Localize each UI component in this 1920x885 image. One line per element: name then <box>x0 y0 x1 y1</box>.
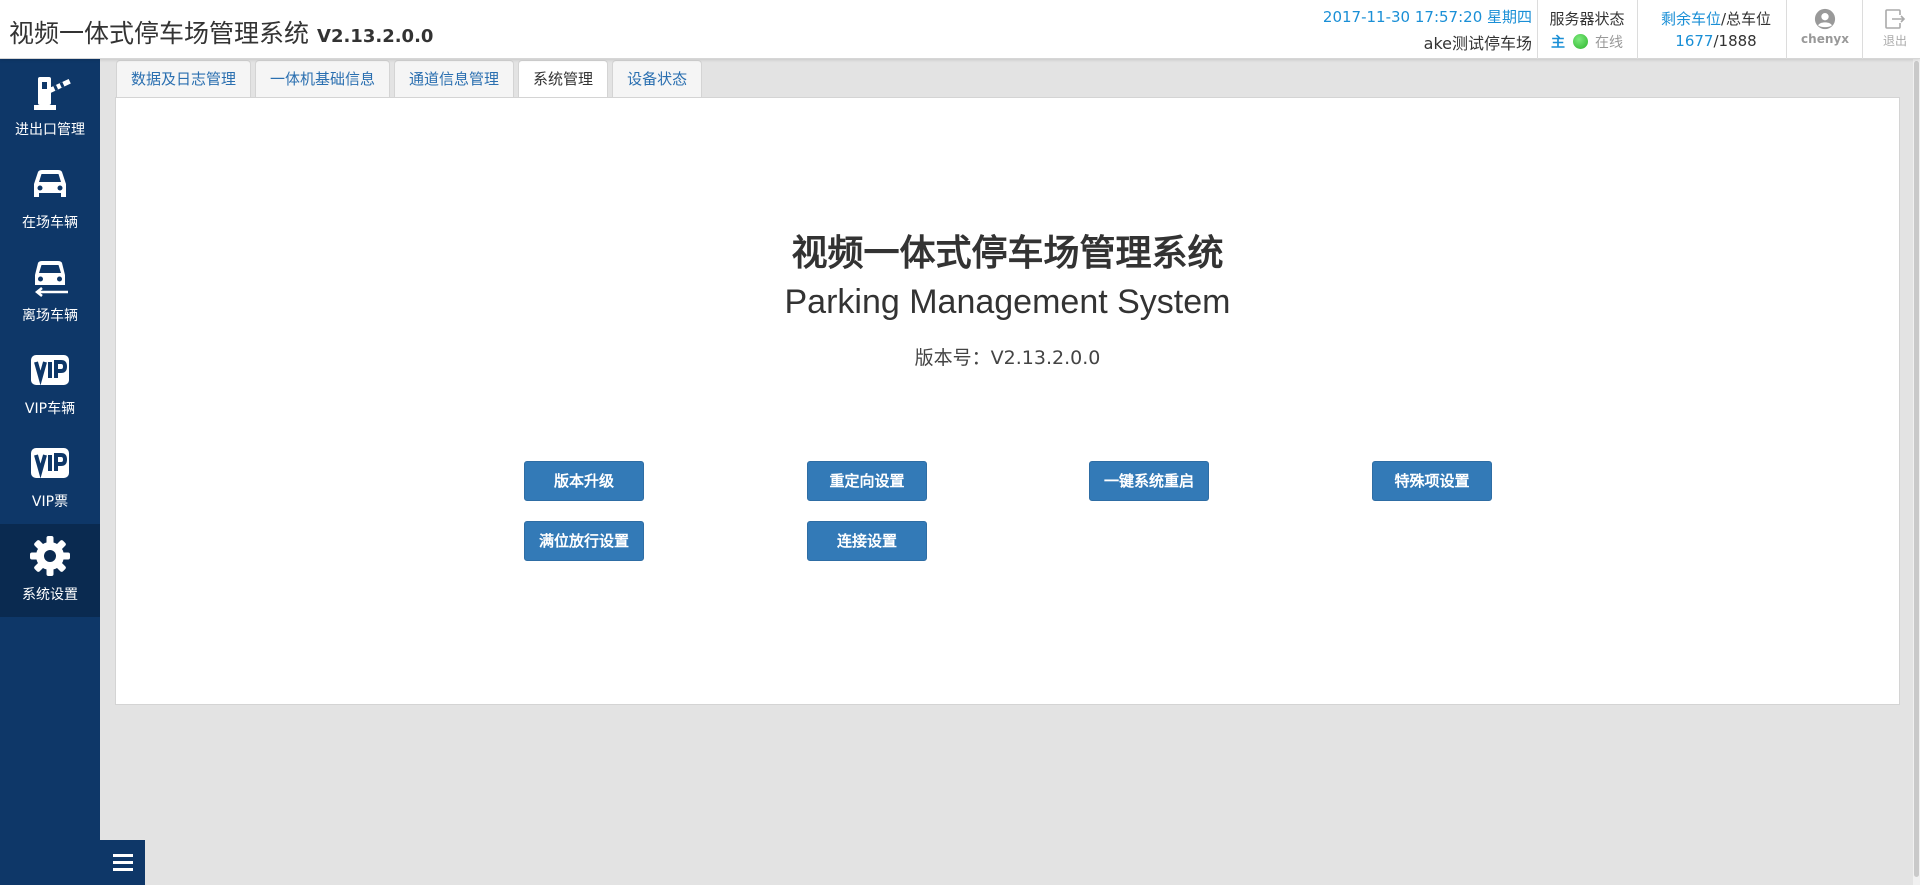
total-label: /总车位 <box>1720 10 1772 28</box>
parking-space-label: 剩余车位/总车位 <box>1646 8 1786 29</box>
top-header: 视频一体式停车场管理系统 V2.13.2.0.0 2017-11-30 17:57… <box>0 0 1920 59</box>
app-title-text: 视频一体式停车场管理系统 <box>9 19 310 48</box>
remaining-count: 1677 <box>1675 32 1714 50</box>
server-role: 主 <box>1551 35 1566 51</box>
app-title: 视频一体式停车场管理系统 V2.13.2.0.0 <box>9 14 433 50</box>
tab-channel-info-management[interactable]: 通道信息管理 <box>394 60 515 98</box>
current-datetime: 2017-11-30 17:57:20 星期四 <box>1322 8 1532 26</box>
app-version: V2.13.2.0.0 <box>317 26 434 47</box>
remaining-label: 剩余车位 <box>1660 10 1721 28</box>
parking-space-value: 1677/1888 <box>1646 32 1786 50</box>
connection-settings-button[interactable]: 连接设置 <box>807 521 927 561</box>
menu-toggle-button[interactable] <box>100 840 145 885</box>
hamburger-icon-bar <box>112 861 133 864</box>
sidebar-item-label: 系统设置 <box>22 587 78 603</box>
redirect-settings-button[interactable]: 重定向设置 <box>807 461 927 501</box>
version-number: 版本号：V2.13.2.0.0 <box>914 347 1101 369</box>
server-status: 服务器状态 主 在线 <box>1538 0 1636 59</box>
sidebar-item-label: VIP票 <box>31 494 69 510</box>
header-divider <box>1786 0 1787 59</box>
sidebar-item-label: 离场车辆 <box>22 308 78 324</box>
system-management-panel: 视频一体式停车场管理系统 Parking Management System 版… <box>115 97 1900 705</box>
sidebar-item-vehicles-present[interactable]: 在场车辆 <box>0 152 100 245</box>
system-restart-button[interactable]: 一键系统重启 <box>1089 461 1209 501</box>
tab-device-status[interactable]: 设备状态 <box>612 60 703 98</box>
status-online-dot-icon <box>1572 34 1588 49</box>
page-title: 视频一体式停车场管理系统 <box>791 233 1224 274</box>
server-status-text: 在线 <box>1594 35 1623 51</box>
hamburger-icon-bar <box>112 868 133 871</box>
sidebar-item-label: 进出口管理 <box>15 122 85 138</box>
user-menu[interactable]: chenyx <box>1790 0 1860 59</box>
vip-icon <box>31 355 69 386</box>
tab-device-basic-info[interactable]: 一体机基础信息 <box>255 60 391 98</box>
vertical-scrollbar[interactable] <box>1913 59 1920 885</box>
header-divider <box>1862 0 1863 59</box>
logout-icon <box>1885 9 1906 29</box>
sidebar-item-system-settings[interactable]: 系统设置 <box>0 524 100 617</box>
car-leave-icon <box>34 261 68 297</box>
sidebar: 进出口管理 在场车辆 离场车辆 VIP车辆 VIP票 系统设置 <box>0 59 100 885</box>
parking-space-count: 剩余车位/总车位 1677/1888 <box>1646 0 1786 59</box>
sidebar-item-vip-vehicles[interactable]: VIP车辆 <box>0 338 100 431</box>
scrollbar-thumb[interactable] <box>1914 61 1919 877</box>
server-status-label: 服务器状态 <box>1549 10 1625 28</box>
special-settings-button[interactable]: 特殊项设置 <box>1372 461 1492 501</box>
username: chenyx <box>1801 32 1849 46</box>
car-icon <box>34 170 66 197</box>
vip-icon <box>31 448 69 479</box>
parking-lot-name: ake测试停车场 <box>1423 34 1532 53</box>
hamburger-icon-bar <box>112 854 133 857</box>
tab-data-log-management[interactable]: 数据及日志管理 <box>116 60 252 98</box>
sidebar-item-label: VIP车辆 <box>24 401 76 417</box>
server-status-value: 主 在线 <box>1538 32 1636 52</box>
sidebar-item-label: 在场车辆 <box>22 215 78 231</box>
sidebar-item-vehicles-departed[interactable]: 离场车辆 <box>0 245 100 338</box>
logout-button[interactable]: 退出 <box>1870 0 1920 59</box>
full-release-settings-button[interactable]: 满位放行设置 <box>524 521 644 561</box>
tab-system-management[interactable]: 系统管理 <box>518 60 609 99</box>
total-count: /1888 <box>1713 32 1757 50</box>
page-subtitle: Parking Management System <box>784 283 1231 321</box>
header-divider <box>1637 0 1638 59</box>
logout-label: 退出 <box>1882 34 1907 48</box>
tab-bar: 数据及日志管理 一体机基础信息 通道信息管理 系统管理 设备状态 <box>116 60 703 99</box>
sidebar-item-gate-management[interactable]: 进出口管理 <box>0 59 100 152</box>
version-upgrade-button[interactable]: 版本升级 <box>524 461 644 501</box>
sidebar-item-vip-tickets[interactable]: VIP票 <box>0 431 100 524</box>
barrier-gate-icon <box>34 77 71 110</box>
gear-icon <box>30 536 70 576</box>
user-circle-icon <box>1814 8 1836 30</box>
